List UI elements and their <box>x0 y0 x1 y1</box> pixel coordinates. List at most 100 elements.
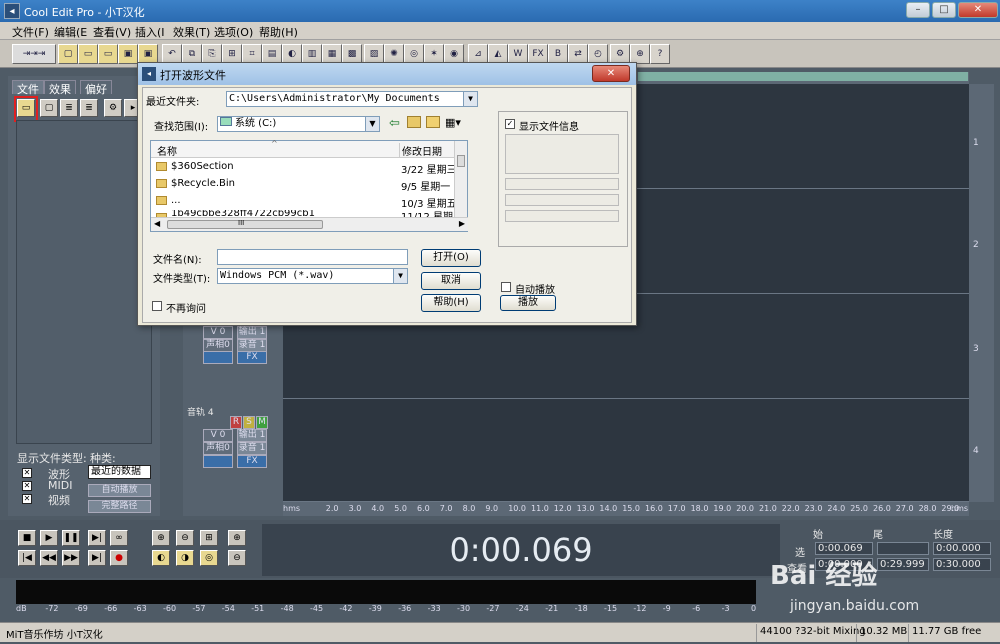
horizontal-scrollbar[interactable]: ◀ III ▶ <box>151 217 468 231</box>
loop-icon[interactable]: ∞ <box>110 530 128 546</box>
track4-volume[interactable]: V 0 <box>203 429 233 442</box>
filetype-select[interactable]: Windows PCM (*.wav) ▼ <box>217 268 408 284</box>
wet-dry-icon[interactable]: W <box>508 44 528 64</box>
save-as-icon[interactable]: ▣ <box>138 44 158 64</box>
menu-view[interactable]: 查看(V) <box>93 24 131 40</box>
record-mode-icon[interactable]: ◉ <box>444 44 464 64</box>
convert-icon[interactable]: ⇄ <box>568 44 588 64</box>
track4-solo[interactable]: S <box>243 416 255 429</box>
column-date[interactable]: 修改日期 <box>399 143 442 158</box>
normalize-icon[interactable]: ◭ <box>488 44 508 64</box>
track4-fx[interactable]: FX <box>237 455 267 468</box>
menu-edit[interactable]: 编辑(E <box>54 24 87 40</box>
spectral-icon[interactable]: ▨ <box>364 44 384 64</box>
cue-icon[interactable]: ◎ <box>404 44 424 64</box>
waveform-checkbox[interactable]: ✕ <box>22 468 32 478</box>
file-browser[interactable]: 名称 ^ 修改日期 $360Section 3/22 星期三 $Recycle.B… <box>150 139 468 232</box>
snap-icon[interactable]: ✺ <box>384 44 404 64</box>
insert-file-icon[interactable]: ≣ <box>60 99 78 117</box>
globe-icon[interactable]: ⊕ <box>630 44 650 64</box>
selection-end-field[interactable] <box>877 542 929 555</box>
menu-effects[interactable]: 效果(T) <box>173 24 210 40</box>
view-end-field[interactable]: 0:29.999 <box>877 558 929 571</box>
organize-icon[interactable]: ⚙ <box>104 99 122 117</box>
go-end-icon[interactable]: ▶| <box>88 550 106 566</box>
play-icon[interactable]: ▶ <box>40 530 58 546</box>
track3-output[interactable]: 输出 1 <box>237 326 267 339</box>
chevron-down-icon[interactable]: ▼ <box>393 269 407 283</box>
mix-icon[interactable]: ▩ <box>342 44 362 64</box>
zoom-in-icon[interactable]: ⊕ <box>152 530 170 546</box>
envelope-icon[interactable]: ▦ <box>322 44 342 64</box>
auto-play-button[interactable]: 自动播放 <box>88 484 151 497</box>
zoom-out-icon[interactable]: ⊖ <box>176 530 194 546</box>
minimize-button[interactable]: – <box>906 2 930 18</box>
maximize-button[interactable]: □ <box>932 2 956 18</box>
rewind-icon[interactable]: ◀◀ <box>40 550 58 566</box>
zoom-out-vertical-icon[interactable]: ⊖ <box>228 550 246 566</box>
menu-insert[interactable]: 插入(I <box>135 24 165 40</box>
marker-icon[interactable]: ✶ <box>424 44 444 64</box>
delete-icon[interactable]: ◐ <box>282 44 302 64</box>
tab-effects[interactable]: 效果 <box>44 80 76 96</box>
look-in-combo[interactable]: 系统 (C:) ▼ <box>217 116 380 132</box>
open-button[interactable]: 打开(O) <box>421 249 481 267</box>
amplify-icon[interactable]: ⊿ <box>468 44 488 64</box>
filename-input[interactable] <box>217 249 408 265</box>
edit-file-icon[interactable]: ≣ <box>80 99 98 117</box>
dialog-help-button[interactable]: 帮助(H) <box>421 294 481 312</box>
track4-mute[interactable]: M <box>256 416 268 429</box>
auto-play-checkbox[interactable] <box>501 282 511 292</box>
trim-icon[interactable]: ▤ <box>262 44 282 64</box>
track4-lock[interactable] <box>203 455 233 468</box>
save-icon[interactable]: ▣ <box>118 44 138 64</box>
zoom-left-icon[interactable]: ◐ <box>152 550 170 566</box>
file-row[interactable]: ... 10/3 星期五 <box>151 193 455 210</box>
show-info-checkbox[interactable]: ✓ <box>505 119 515 129</box>
video-checkbox[interactable]: ✕ <box>22 494 32 504</box>
new-file-icon[interactable]: ▢ <box>58 44 78 64</box>
menu-options[interactable]: 选项(O) <box>214 24 253 40</box>
track4-pan[interactable]: 声相0 <box>203 442 233 455</box>
tab-files[interactable]: 文件 <box>12 80 44 96</box>
pause-icon[interactable]: ❚❚ <box>62 530 80 546</box>
dialog-close-button[interactable]: ✕ <box>592 65 630 82</box>
zoom-right-icon[interactable]: ◑ <box>176 550 194 566</box>
file-row[interactable]: $Recycle.Bin 9/5 星期一 1 <box>151 176 455 193</box>
tab-favorites[interactable]: 偏好 <box>80 80 112 96</box>
file-row[interactable]: $360Section 3/22 星期三 <box>151 159 455 176</box>
open-append-icon[interactable]: ▭ <box>98 44 118 64</box>
crop-icon[interactable]: ⌗ <box>242 44 262 64</box>
recent-folder-combo[interactable]: C:\Users\Administrator\My Documents ▼ <box>226 91 478 107</box>
chevron-down-icon[interactable]: ▼ <box>463 92 477 106</box>
sort-select[interactable]: 最近的数据 <box>88 465 151 479</box>
no-ask-checkbox[interactable] <box>152 301 162 311</box>
bpm-icon[interactable]: B <box>548 44 568 64</box>
vertical-scrollbar[interactable] <box>454 141 467 217</box>
zoom-in-vertical-icon[interactable]: ⊕ <box>228 530 246 546</box>
view-menu-icon[interactable]: ▦▾ <box>445 116 467 129</box>
up-folder-icon[interactable] <box>407 116 421 128</box>
menu-help[interactable]: 帮助(H) <box>259 24 298 40</box>
paste-mix-icon[interactable]: ⊞ <box>222 44 242 64</box>
back-icon[interactable]: ⇦ <box>389 116 400 131</box>
stop-icon[interactable]: ■ <box>18 530 36 546</box>
time-ruler[interactable]: hms 2.0 3.0 4.0 5.0 6.0 7.0 8.0 9.0 10.0 11.0 12.0 1… <box>283 502 969 516</box>
close-button[interactable]: ✕ <box>958 2 998 18</box>
zoom-selection-icon[interactable]: ◎ <box>200 550 218 566</box>
play-button[interactable]: 播放 <box>500 295 556 311</box>
track3-lock[interactable] <box>203 351 233 364</box>
cancel-button[interactable]: 取消 <box>421 272 481 290</box>
go-start-icon[interactable]: |◀ <box>18 550 36 566</box>
selection-begin-field[interactable]: 0:00.069 <box>815 542 873 555</box>
fast-forward-icon[interactable]: ▶▶ <box>62 550 80 566</box>
waveform-toggle-button[interactable]: ⇥⇥⇥ <box>12 44 56 64</box>
paste-icon[interactable]: ⎘ <box>202 44 222 64</box>
fx-icon[interactable]: FX <box>528 44 548 64</box>
new-folder-icon[interactable] <box>426 116 440 128</box>
view-length-field[interactable]: 0:30.000 <box>933 558 991 571</box>
track3-volume[interactable]: V 0 <box>203 326 233 339</box>
track4-output[interactable]: 输出 1 <box>237 429 267 442</box>
cd-icon[interactable]: ◴ <box>588 44 608 64</box>
zoom-full-icon[interactable]: ⊞ <box>200 530 218 546</box>
